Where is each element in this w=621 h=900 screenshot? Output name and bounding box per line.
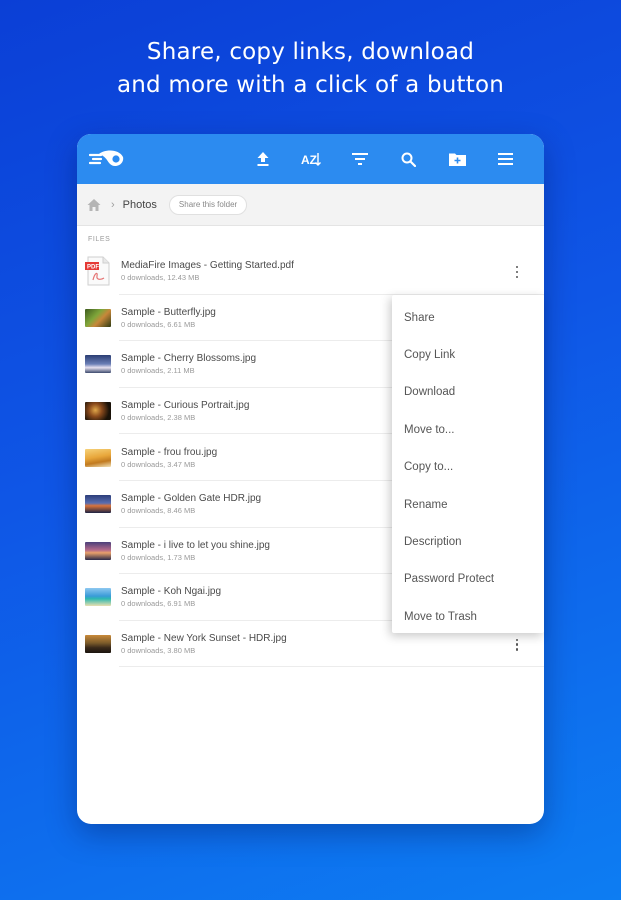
more-options-icon[interactable]	[512, 635, 522, 655]
upload-icon	[257, 152, 269, 166]
section-label: FILES	[88, 236, 111, 243]
image-thumbnail	[85, 402, 111, 421]
svg-text:PDF: PDF	[87, 265, 99, 271]
file-meta: Sample - Golden Gate HDR.jpg 0 downloads…	[121, 492, 261, 516]
mediafire-logo-icon[interactable]	[89, 147, 125, 171]
file-meta: Sample - frou frou.jpg 0 downloads, 3.47…	[121, 446, 217, 470]
file-name: Sample - i live to let you shine.jpg	[121, 539, 270, 551]
image-thumbnail	[85, 635, 111, 654]
file-meta: Sample - i live to let you shine.jpg 0 d…	[121, 539, 270, 563]
new-folder-button[interactable]	[433, 134, 482, 184]
file-name: Sample - Curious Portrait.jpg	[121, 400, 250, 412]
file-meta: Sample - Butterfly.jpg 0 downloads, 6.61…	[121, 306, 216, 330]
menu-item-share[interactable]: Share	[392, 299, 544, 336]
file-info: 0 downloads, 2.11 MB	[121, 366, 195, 376]
file-name: Sample - New York Sunset - HDR.jpg	[121, 633, 287, 645]
row-divider	[119, 666, 544, 668]
file-info: 0 downloads, 1.73 MB	[121, 552, 196, 562]
menu-icon	[498, 153, 514, 165]
menu-item-password-protect[interactable]: Password Protect	[392, 561, 544, 598]
file-name: Sample - Cherry Blossoms.jpg	[121, 353, 257, 365]
file-info: 0 downloads, 8.46 MB	[121, 506, 196, 516]
upload-button[interactable]	[238, 134, 287, 184]
menu-item-description[interactable]: Description	[392, 523, 544, 560]
file-info: 0 downloads, 6.91 MB	[121, 599, 196, 609]
file-meta: Sample - Cherry Blossoms.jpg 0 downloads…	[121, 352, 256, 376]
menu-item-rename[interactable]: Rename	[392, 486, 544, 523]
image-thumbnail	[85, 495, 111, 514]
file-info: 0 downloads, 3.47 MB	[121, 459, 196, 469]
new-folder-icon	[448, 153, 466, 166]
headline-line-2: and more with a click of a button	[116, 72, 505, 98]
image-thumbnail	[85, 588, 111, 607]
share-folder-button[interactable]: Share this folder	[168, 194, 248, 215]
top-app-bar: AZ	[77, 134, 544, 184]
overflow-menu-button[interactable]	[481, 134, 530, 184]
chevron-right-icon: ›	[111, 198, 115, 211]
file-meta: Sample - New York Sunset - HDR.jpg 0 dow…	[121, 632, 287, 656]
more-options-icon[interactable]	[512, 262, 522, 282]
menu-item-download[interactable]: Download	[392, 374, 544, 411]
context-menu: Share Copy Link Download Move to... Copy…	[392, 295, 544, 633]
image-thumbnail	[85, 355, 111, 374]
file-name: Sample - frou frou.jpg	[121, 446, 218, 458]
file-meta: Sample - Curious Portrait.jpg 0 download…	[121, 399, 249, 423]
filter-button[interactable]	[336, 134, 385, 184]
image-thumbnail	[85, 448, 111, 467]
file-name: Sample - Butterfly.jpg	[121, 306, 216, 318]
headline-line-1: Share, copy links, download	[146, 39, 475, 65]
file-info: 0 downloads, 12.43 MB	[121, 273, 200, 283]
menu-item-move-to[interactable]: Move to...	[392, 411, 544, 448]
file-name: Sample - Koh Ngai.jpg	[121, 586, 222, 598]
file-info: 0 downloads, 6.61 MB	[121, 319, 196, 329]
sort-button[interactable]: AZ	[287, 134, 336, 184]
file-meta: MediaFire Images - Getting Started.pdf 0…	[121, 259, 294, 283]
image-thumbnail	[85, 541, 111, 560]
file-row-pdf[interactable]: PDF MediaFire Images - Getting Started.p…	[77, 248, 544, 295]
file-name: MediaFire Images - Getting Started.pdf	[121, 260, 294, 272]
image-thumbnail	[85, 308, 111, 327]
file-info: 0 downloads, 3.80 MB	[121, 646, 196, 656]
breadcrumb: › Photos Share this folder	[77, 184, 544, 226]
file-info: 0 downloads, 2.38 MB	[121, 413, 196, 423]
pdf-file-icon: PDF	[85, 256, 110, 286]
sort-az-label: AZ	[301, 153, 317, 167]
promo-headline: Share, copy links, download and more wit…	[0, 36, 621, 102]
toolbar-actions: AZ	[238, 134, 530, 184]
search-icon	[401, 152, 417, 167]
sort-az-icon: AZ	[301, 153, 322, 167]
menu-item-move-to-trash[interactable]: Move to Trash	[392, 598, 544, 635]
menu-item-copy-to[interactable]: Copy to...	[392, 449, 544, 486]
filter-icon	[351, 153, 368, 165]
breadcrumb-folder[interactable]: Photos	[123, 199, 157, 211]
search-button[interactable]	[384, 134, 433, 184]
file-meta: Sample - Koh Ngai.jpg 0 downloads, 6.91 …	[121, 585, 221, 609]
file-name: Sample - Golden Gate HDR.jpg	[121, 493, 262, 505]
home-icon[interactable]	[87, 198, 101, 212]
menu-item-copy-link[interactable]: Copy Link	[392, 336, 544, 373]
